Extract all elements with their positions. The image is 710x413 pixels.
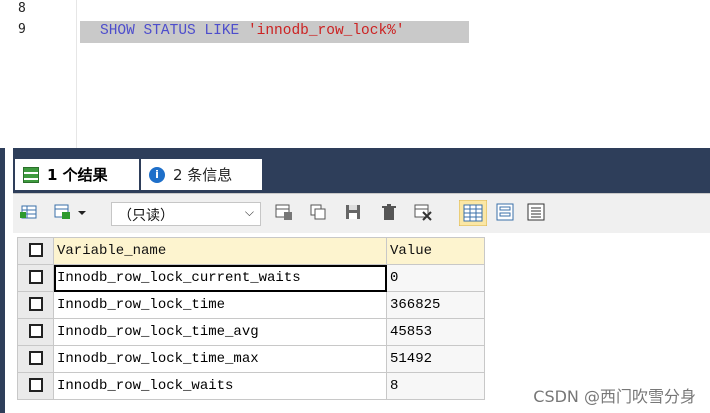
table-row[interactable]: Innodb_row_lock_time_avg 45853	[17, 318, 485, 346]
duplicate-row-icon[interactable]	[309, 203, 327, 221]
checkbox-icon	[28, 243, 43, 258]
panel-splitter[interactable]	[13, 148, 710, 157]
row-checkbox[interactable]	[17, 372, 54, 400]
table-row[interactable]: Innodb_row_lock_time_max 51492	[17, 345, 485, 373]
sql-keyword: SHOW STATUS LIKE	[100, 23, 240, 39]
insert-row-icon[interactable]	[20, 203, 38, 221]
cell-value[interactable]: 51492	[386, 345, 485, 373]
tab-messages-label: 2 条信息	[173, 166, 233, 184]
cell-variable-name[interactable]: Innodb_row_lock_time_max	[53, 345, 387, 373]
edit-mode-select[interactable]: （只读） ⌵	[111, 202, 261, 226]
sql-query[interactable]: SHOW STATUS LIKE 'innodb_row_lock%'	[100, 23, 405, 39]
cell-value[interactable]: 45853	[386, 318, 485, 346]
tab-results-label: 1 个结果	[47, 166, 108, 184]
row-checkbox[interactable]	[17, 264, 54, 292]
save-icon[interactable]	[344, 203, 362, 221]
table-row[interactable]: Innodb_row_lock_current_waits 0	[17, 264, 485, 292]
row-checkbox[interactable]	[17, 345, 54, 373]
tab-results[interactable]: 1 个结果	[15, 159, 139, 190]
cell-variable-name[interactable]: Innodb_row_lock_time_avg	[53, 318, 387, 346]
cell-value[interactable]: 8	[386, 372, 485, 400]
grid-view-icon[interactable]	[459, 200, 487, 226]
sql-string: 'innodb_row_lock%'	[247, 23, 405, 39]
line-number: 9	[18, 22, 26, 37]
select-all-checkbox[interactable]	[17, 237, 54, 265]
form-view-icon[interactable]	[496, 203, 514, 221]
watermark: CSDN @西门吹雪分身	[533, 387, 696, 406]
column-header-variable-name[interactable]: Variable_name	[53, 237, 387, 265]
table-row[interactable]: Innodb_row_lock_time 366825	[17, 291, 485, 319]
result-table: Variable_name Value Innodb_row_lock_curr…	[17, 237, 485, 400]
text-view-icon[interactable]	[527, 203, 545, 221]
info-icon: i	[149, 166, 165, 183]
column-header-value[interactable]: Value	[386, 237, 485, 265]
table-header-row: Variable_name Value	[17, 237, 485, 265]
dropdown-arrow-icon[interactable]	[76, 203, 88, 221]
table-row[interactable]: Innodb_row_lock_waits 8	[17, 372, 485, 400]
cell-value[interactable]: 0	[386, 264, 485, 292]
row-checkbox[interactable]	[17, 291, 54, 319]
cell-variable-name[interactable]: Innodb_row_lock_current_waits	[53, 264, 387, 292]
result-grid-icon	[23, 166, 39, 183]
checkbox-icon	[28, 297, 43, 312]
copy-rows-icon[interactable]	[275, 203, 293, 221]
discard-changes-icon[interactable]	[414, 203, 432, 221]
chevron-down-icon: ⌵	[244, 205, 254, 219]
checkbox-icon	[28, 324, 43, 339]
delete-icon[interactable]	[380, 203, 398, 221]
cell-variable-name[interactable]: Innodb_row_lock_waits	[53, 372, 387, 400]
checkbox-icon	[28, 351, 43, 366]
checkbox-icon	[28, 378, 43, 393]
cell-value[interactable]: 366825	[386, 291, 485, 319]
edit-mode-value: （只读）	[118, 208, 174, 224]
line-number: 8	[18, 1, 26, 16]
row-checkbox[interactable]	[17, 318, 54, 346]
export-menu-icon[interactable]	[54, 203, 72, 221]
cell-variable-name[interactable]: Innodb_row_lock_time	[53, 291, 387, 319]
checkbox-icon	[28, 270, 43, 285]
tab-messages[interactable]: i 2 条信息	[141, 159, 262, 190]
